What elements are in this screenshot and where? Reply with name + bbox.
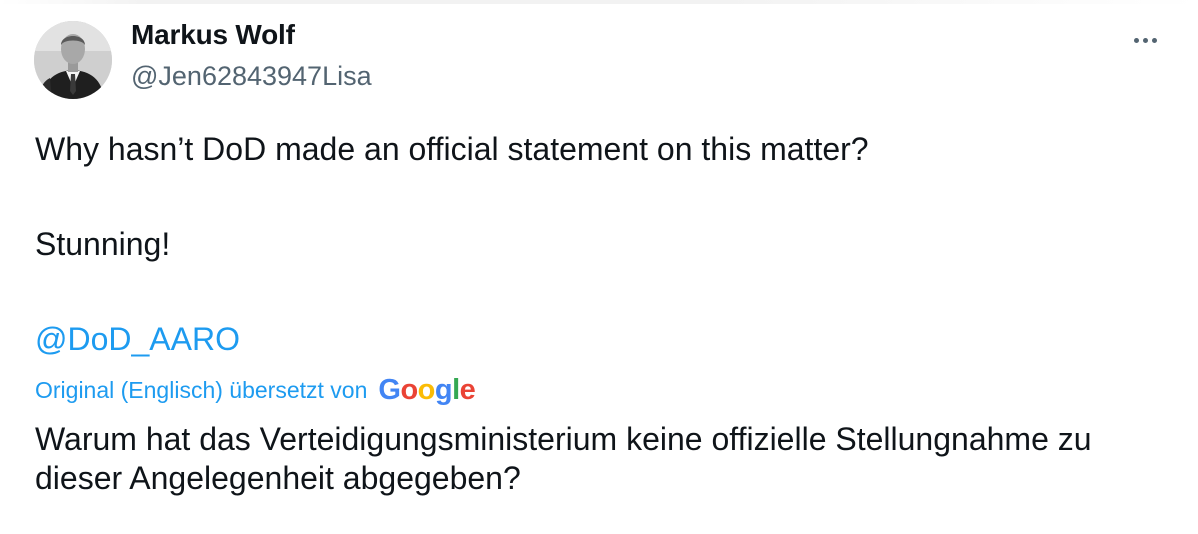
more-horizontal-icon-dot (1142, 37, 1148, 43)
avatar[interactable] (34, 21, 112, 99)
tweet-text-line-1: Why hasn’t DoD made an official statemen… (35, 131, 869, 167)
mention-link[interactable]: @DoD_AARO (35, 321, 240, 358)
tweet-text-line-2: Stunning! (35, 226, 171, 262)
top-divider (0, 0, 1198, 4)
google-logo-letter: o (400, 373, 418, 406)
google-logo-letter: g (434, 373, 453, 406)
google-logo-letter: l (452, 373, 460, 406)
translation-attribution: Original (Englisch) übersetzt von G o o … (35, 372, 476, 408)
more-horizontal-icon (1133, 37, 1139, 43)
google-logo-letter: o (417, 373, 436, 406)
author-handle[interactable]: @Jen62843947Lisa (131, 61, 372, 92)
author-display-name[interactable]: Markus Wolf (131, 19, 295, 51)
google-logo-letter: e (459, 373, 476, 406)
more-horizontal-icon-dot (1151, 37, 1157, 43)
translated-tweet-text: Warum hat das Verteidigungsministerium k… (35, 421, 1092, 496)
google-logo: G o o g l e (378, 374, 475, 407)
google-logo-letter: G (378, 373, 401, 406)
more-options-button[interactable] (1122, 28, 1168, 52)
translation-label[interactable]: Original (Englisch) übersetzt von (35, 377, 367, 404)
